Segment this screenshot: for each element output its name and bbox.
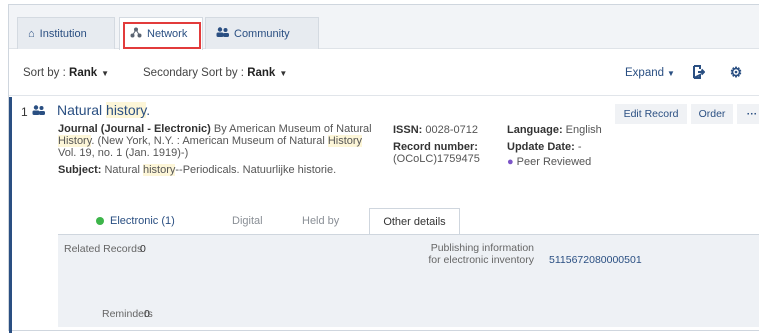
publishing-info-label: Publishing information for electronic in… [428, 242, 534, 266]
subject-text: Natural [101, 164, 143, 176]
update-date-label: Update Date: [507, 141, 575, 153]
order-button[interactable]: Order [691, 104, 733, 124]
issn-value: 0028-0712 [422, 124, 479, 136]
record-identifiers: ISSN: 0028-0712 Record number: (OCoLC)17… [393, 124, 513, 165]
title-text-end: . [146, 102, 151, 118]
chevron-down-icon: ▼ [101, 69, 110, 78]
tab-institution-label: Institution [39, 27, 87, 40]
record-number: 1 [21, 105, 28, 119]
other-details-panel: Related Records 0 Publishing information… [58, 234, 759, 327]
chevron-down-icon: ▼ [279, 69, 288, 78]
search-results-panel: ⌂ Institution Network Community Sort by … [8, 4, 759, 333]
sort-by-value: Rank [69, 67, 98, 79]
expand-dropdown[interactable]: Expand ▼ [625, 67, 675, 79]
language-label: Language: [507, 124, 563, 136]
peer-reviewed-icon: ● [507, 156, 514, 168]
desc-text: Vol. 19, no. 1 (Jan. 1919)-) [58, 147, 189, 159]
sort-by-dropdown[interactable]: Sort by : Rank ▼ [23, 67, 109, 79]
peer-reviewed-label: Peer Reviewed [516, 156, 592, 168]
house-icon: ⌂ [28, 27, 35, 40]
record-title-link[interactable]: Natural history. [57, 102, 150, 118]
record-description: Journal (Journal - Electronic) By Americ… [58, 123, 378, 176]
record-subject: Subject: Natural history--Periodicals. N… [58, 164, 378, 176]
sort-toolbar: Sort by : Rank ▼ Secondary Sort by : Rank… [9, 50, 759, 96]
sort-by-label: Sort by : [23, 67, 70, 79]
search-result-record: 1 Natural history. Journal (Journal - El… [9, 97, 759, 333]
availability-dot-icon [96, 217, 104, 225]
record-number-field: Record number: [393, 141, 513, 153]
network-icon [130, 27, 142, 41]
language: Language: English [507, 124, 627, 136]
desc-highlight: History [58, 135, 92, 147]
reminders-value: 0 [144, 308, 150, 320]
peer-reviewed-badge: ● Peer Reviewed [507, 156, 627, 168]
secondary-sort-label: Secondary Sort by : [143, 67, 248, 79]
secondary-sort-value: Rank [247, 67, 276, 79]
subject-text: --Periodicals. Natuurlijke historie. [175, 164, 337, 176]
tab-network[interactable]: Network [119, 17, 203, 50]
tab-other-details[interactable]: Other details [369, 208, 460, 234]
desc-text: . (New York, N.Y. : American Museum of N… [91, 135, 328, 147]
issn-label: ISSN: [393, 124, 423, 136]
title-text: Natural [57, 102, 107, 118]
more-actions-button[interactable]: ··· [737, 104, 759, 124]
tab-electronic[interactable]: Electronic (1) [96, 208, 175, 234]
gear-icon[interactable]: ⚙ [727, 63, 745, 81]
record-number-label: Record number: [393, 141, 478, 153]
related-records-value: 0 [140, 243, 146, 255]
people-icon [216, 27, 229, 40]
tab-electronic-label: Electronic (1) [110, 215, 175, 227]
tab-held-by[interactable]: Held by [302, 208, 339, 234]
search-scope-tabs: ⌂ Institution Network Community [9, 5, 759, 50]
tab-network-label: Network [147, 28, 188, 40]
related-records-label: Related Records [64, 243, 143, 255]
publishing-info-link[interactable]: 5115672080000501 [549, 254, 642, 266]
language-value: English [562, 124, 602, 136]
title-highlight: history [106, 102, 147, 118]
edit-record-button[interactable]: Edit Record [615, 104, 687, 124]
subject-highlight: history [142, 164, 176, 176]
people-icon [32, 105, 45, 118]
tab-institution[interactable]: ⌂ Institution [17, 17, 115, 49]
tab-community[interactable]: Community [205, 17, 319, 49]
update-date-value: - [574, 141, 582, 153]
update-date: Update Date: - [507, 141, 627, 153]
record-number-value: (OCoLC)1759475 [393, 153, 480, 165]
export-icon[interactable] [689, 63, 707, 81]
record-meta: Language: English Update Date: - ● Peer R… [507, 124, 627, 168]
desc-text: By American Museum of Natural [210, 123, 372, 135]
tab-digital[interactable]: Digital [232, 208, 263, 234]
secondary-sort-dropdown[interactable]: Secondary Sort by : Rank ▼ [143, 67, 287, 79]
record-description-text: Journal (Journal - Electronic) By Americ… [58, 123, 378, 159]
subject-label: Subject: [58, 164, 102, 176]
record-detail-tabs: Electronic (1) Digital Held by Other det… [58, 208, 759, 234]
expand-label: Expand [625, 67, 665, 79]
chevron-down-icon: ▼ [667, 69, 675, 78]
desc-highlight: History [327, 135, 363, 147]
tab-community-label: Community [234, 27, 290, 40]
record-type: Journal (Journal - Electronic) [58, 123, 211, 135]
issn: ISSN: 0028-0712 [393, 124, 513, 136]
